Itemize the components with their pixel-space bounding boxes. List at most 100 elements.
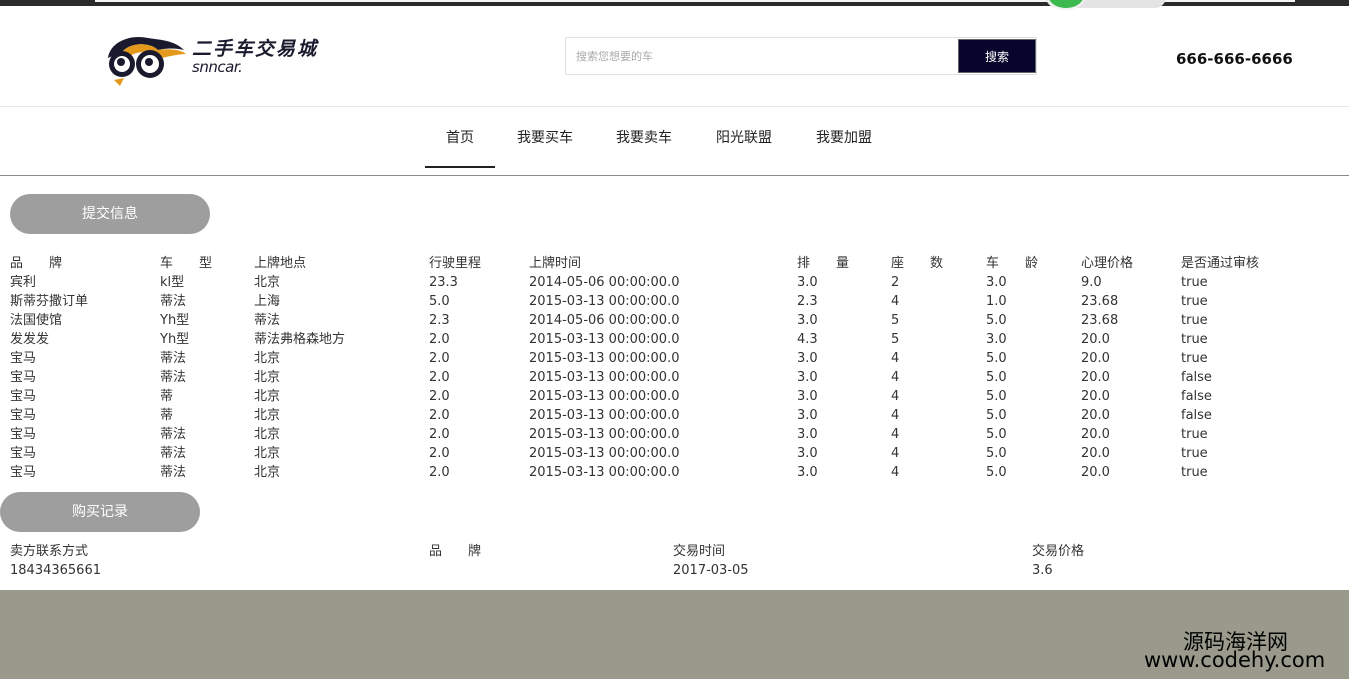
table-cell: 蒂法 xyxy=(254,313,281,328)
table-cell: true xyxy=(1181,351,1208,366)
table-cell: 2017-03-05 xyxy=(673,563,749,578)
column-header: 行驶里程 xyxy=(429,256,482,271)
table-cell: 2.0 xyxy=(429,351,450,366)
table-cell: 北京 xyxy=(254,465,281,480)
table-cell: 3.0 xyxy=(986,332,1007,347)
watermark-url: www.codehy.com xyxy=(1144,648,1326,672)
table-cell: true xyxy=(1181,465,1208,480)
table-cell: 5.0 xyxy=(986,351,1007,366)
submitted-cars-table: 品 牌 车 型 上牌地点 行驶里程 上牌时间 排 量 座 数 车 龄 心理价格 是否通过审核 宾利 k… xyxy=(10,254,1310,486)
table-cell: 2.3 xyxy=(429,313,450,328)
table-cell: 宾利 xyxy=(10,275,37,290)
table-cell: 3.0 xyxy=(797,389,818,404)
table-cell: 蒂法 xyxy=(160,427,187,442)
purchase-records-button[interactable]: 购买记录 xyxy=(0,492,200,532)
search-button[interactable]: 搜索 xyxy=(958,39,1036,73)
table-cell: 3.0 xyxy=(797,313,818,328)
table-cell: 宝马 xyxy=(10,427,37,442)
table-cell: true xyxy=(1181,294,1208,309)
table-cell: 3.0 xyxy=(797,465,818,480)
table-cell: 20.0 xyxy=(1081,370,1110,385)
table-cell: 20.0 xyxy=(1081,332,1110,347)
table-cell: 2015-03-13 00:00:00.0 xyxy=(529,465,680,480)
table-cell: 4.3 xyxy=(797,332,818,347)
table-cell: 5 xyxy=(891,332,900,347)
table-cell: 法国使馆 xyxy=(10,313,63,328)
table-cell: 宝马 xyxy=(10,389,37,404)
table-cell: 2015-03-13 00:00:00.0 xyxy=(529,427,680,442)
table-cell: 2015-03-13 00:00:00.0 xyxy=(529,408,680,423)
table-cell: 蒂法弗格森地方 xyxy=(254,332,346,347)
table-cell: 2014-05-06 00:00:00.0 xyxy=(529,313,680,328)
table-cell: 4 xyxy=(891,427,900,442)
column-header: 交易价格 xyxy=(1032,544,1085,559)
table-cell: 发发发 xyxy=(10,332,50,347)
main-nav: 首页 我要买车 我要卖车 阳光联盟 我要加盟 xyxy=(0,108,1349,176)
table-cell: 3.0 xyxy=(797,446,818,461)
table-cell: 3.0 xyxy=(797,427,818,442)
site-header: 二手车交易城 snncar. 搜索 666-666-6666 xyxy=(0,6,1349,107)
nav-item-alliance[interactable]: 阳光联盟 xyxy=(707,108,781,168)
table-cell: 3.0 xyxy=(797,370,818,385)
table-cell: 2.0 xyxy=(429,332,450,347)
table-cell: 23.68 xyxy=(1081,313,1119,328)
table-cell: 5 xyxy=(891,313,900,328)
table-cell: 23.3 xyxy=(429,275,458,290)
site-logo[interactable]: 二手车交易城 snncar. xyxy=(100,28,340,88)
table-cell: 5.0 xyxy=(986,427,1007,442)
column-header: 车 龄 xyxy=(986,256,1039,271)
table-cell: 5.0 xyxy=(986,408,1007,423)
table-cell: true xyxy=(1181,446,1208,461)
column-header: 排 量 xyxy=(797,256,850,271)
table-cell: 2.0 xyxy=(429,427,450,442)
table-cell: 蒂 xyxy=(160,408,174,423)
nav-item-sell-car[interactable]: 我要卖车 xyxy=(607,108,681,168)
search-bar: 搜索 xyxy=(565,37,1037,75)
search-input[interactable] xyxy=(566,38,958,74)
table-cell: 2.0 xyxy=(429,370,450,385)
table-cell: 3.0 xyxy=(986,275,1007,290)
column-header: 车 型 xyxy=(160,256,213,271)
table-cell: true xyxy=(1181,427,1208,442)
table-cell: 18434365661 xyxy=(10,563,101,578)
table-cell: 4 xyxy=(891,446,900,461)
table-cell: Yh型 xyxy=(160,332,190,347)
table-cell: 20.0 xyxy=(1081,465,1110,480)
submit-info-button[interactable]: 提交信息 xyxy=(10,194,210,234)
table-cell: 20.0 xyxy=(1081,446,1110,461)
table-cell: 2.0 xyxy=(429,389,450,404)
table-cell: 宝马 xyxy=(10,370,37,385)
table-cell: false xyxy=(1181,389,1212,404)
table-cell: 5.0 xyxy=(986,370,1007,385)
table-cell: 宝马 xyxy=(10,446,37,461)
table-cell: 2015-03-13 00:00:00.0 xyxy=(529,446,680,461)
table-cell: 20.0 xyxy=(1081,427,1110,442)
table-cell: 5.0 xyxy=(429,294,450,309)
table-cell: 2.0 xyxy=(429,465,450,480)
table-cell: 蒂法 xyxy=(160,370,187,385)
table-cell: 北京 xyxy=(254,370,281,385)
column-header: 座 数 xyxy=(891,256,944,271)
table-cell: 5.0 xyxy=(986,313,1007,328)
table-cell: 蒂 xyxy=(160,389,174,404)
column-header: 交易时间 xyxy=(673,544,726,559)
nav-item-home[interactable]: 首页 xyxy=(425,108,495,168)
table-cell: true xyxy=(1181,313,1208,328)
column-header: 品 牌 xyxy=(10,256,63,271)
table-cell: 4 xyxy=(891,408,900,423)
table-cell: 北京 xyxy=(254,389,281,404)
table-cell: 23.68 xyxy=(1081,294,1119,309)
column-header: 上牌时间 xyxy=(529,256,582,271)
table-cell: 9.0 xyxy=(1081,275,1102,290)
table-cell: 蒂法 xyxy=(160,351,187,366)
nav-item-buy-car[interactable]: 我要买车 xyxy=(508,108,582,168)
table-cell: true xyxy=(1181,332,1208,347)
column-header: 卖方联系方式 xyxy=(10,544,89,559)
table-cell: false xyxy=(1181,408,1212,423)
table-cell: 1.0 xyxy=(986,294,1007,309)
table-cell: 20.0 xyxy=(1081,351,1110,366)
nav-item-join[interactable]: 我要加盟 xyxy=(807,108,881,168)
table-cell: 北京 xyxy=(254,408,281,423)
table-cell: 4 xyxy=(891,389,900,404)
table-cell: 5.0 xyxy=(986,446,1007,461)
